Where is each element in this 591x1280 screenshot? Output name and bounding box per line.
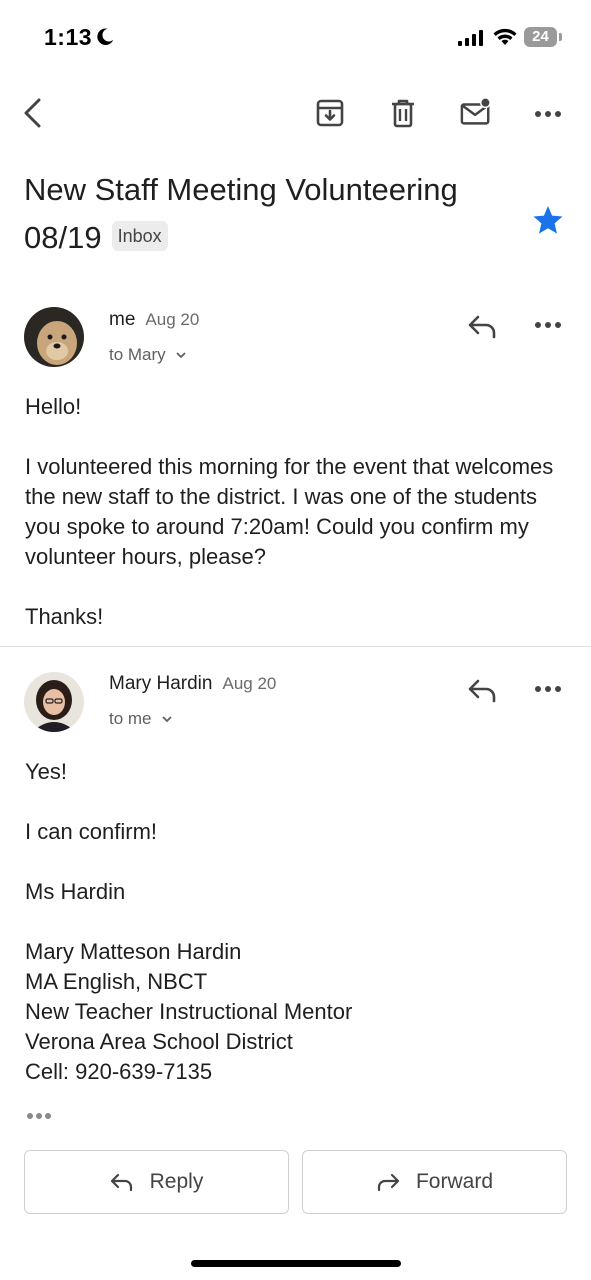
- more-horizontal-icon[interactable]: [532, 674, 564, 706]
- recipient-toggle[interactable]: to me: [109, 709, 174, 729]
- mark-unread-icon[interactable]: [460, 97, 492, 129]
- signature-line: New Teacher Instructional Mentor: [25, 999, 353, 1024]
- avatar[interactable]: [24, 307, 84, 367]
- moon-icon: [97, 28, 114, 45]
- email-signature: Mary Matteson Hardin MA English, NBCT Ne…: [25, 937, 575, 1087]
- chevron-down-icon: [162, 716, 172, 723]
- battery-level: 24: [532, 28, 549, 45]
- reply-icon[interactable]: [466, 312, 498, 340]
- recipient-label: to me: [109, 709, 152, 728]
- more-horizontal-icon[interactable]: [532, 310, 564, 342]
- body-paragraph: Yes!: [25, 759, 68, 784]
- battery-indicator: 24: [524, 27, 564, 47]
- forward-button[interactable]: Forward: [302, 1150, 567, 1214]
- more-horizontal-icon[interactable]: [532, 97, 564, 129]
- body-paragraph: Ms Hardin: [25, 879, 126, 904]
- star-icon[interactable]: [532, 204, 564, 236]
- signature-line: Verona Area School District: [25, 1029, 293, 1054]
- inbox-label-badge[interactable]: Inbox: [111, 220, 168, 251]
- body-paragraph: I volunteered this morning for the event…: [25, 454, 554, 569]
- reply-button-label: Reply: [149, 1170, 204, 1193]
- message-body-1: Hello! I volunteered this morning for th…: [25, 392, 575, 632]
- sender-name: Mary Hardin: [109, 673, 213, 694]
- signature-line: Cell: 920-639-7135: [25, 1059, 213, 1084]
- body-paragraph: Thanks!: [25, 604, 104, 629]
- back-arrow-icon[interactable]: [18, 97, 50, 129]
- recipient-label: to Mary: [109, 345, 166, 364]
- message-body-2: Yes! I can confirm! Ms Hardin Mary Matte…: [25, 757, 575, 1087]
- cellular-signal-icon: [458, 30, 483, 46]
- archive-icon[interactable]: [314, 97, 346, 129]
- body-paragraph: Hello!: [25, 394, 82, 419]
- wifi-icon: [493, 28, 517, 45]
- avatar[interactable]: [24, 672, 84, 732]
- subject-line-1: New Staff Meeting Volunteering: [24, 172, 458, 207]
- sender-name: me: [109, 309, 136, 330]
- message-date: Aug 20: [145, 310, 200, 329]
- subject-line-2: 08/19: [24, 220, 102, 255]
- message-date: Aug 20: [222, 674, 277, 693]
- message-header[interactable]: me Aug 20: [109, 309, 199, 331]
- forward-icon: [377, 1173, 400, 1192]
- status-time: 1:13: [44, 24, 93, 50]
- home-indicator[interactable]: [191, 1260, 401, 1267]
- forward-button-label: Forward: [415, 1170, 494, 1193]
- recipient-toggle[interactable]: to Mary: [109, 345, 188, 365]
- signature-line: Mary Matteson Hardin: [25, 939, 242, 964]
- message-header[interactable]: Mary Hardin Aug 20: [109, 673, 276, 695]
- reply-icon[interactable]: [466, 676, 498, 704]
- email-subject: New Staff Meeting Volunteering 08/19 Inbo…: [24, 166, 524, 262]
- reply-button[interactable]: Reply: [24, 1150, 289, 1214]
- message-divider: [0, 646, 591, 647]
- reply-icon: [110, 1173, 132, 1192]
- show-trimmed-content-icon[interactable]: [26, 1110, 54, 1122]
- signature-line: MA English, NBCT: [25, 969, 208, 994]
- chevron-down-icon: [176, 352, 187, 359]
- dog-photo-icon: [24, 307, 84, 367]
- person-photo-icon: [24, 672, 84, 732]
- trash-icon[interactable]: [387, 97, 419, 129]
- body-paragraph: I can confirm!: [25, 819, 158, 844]
